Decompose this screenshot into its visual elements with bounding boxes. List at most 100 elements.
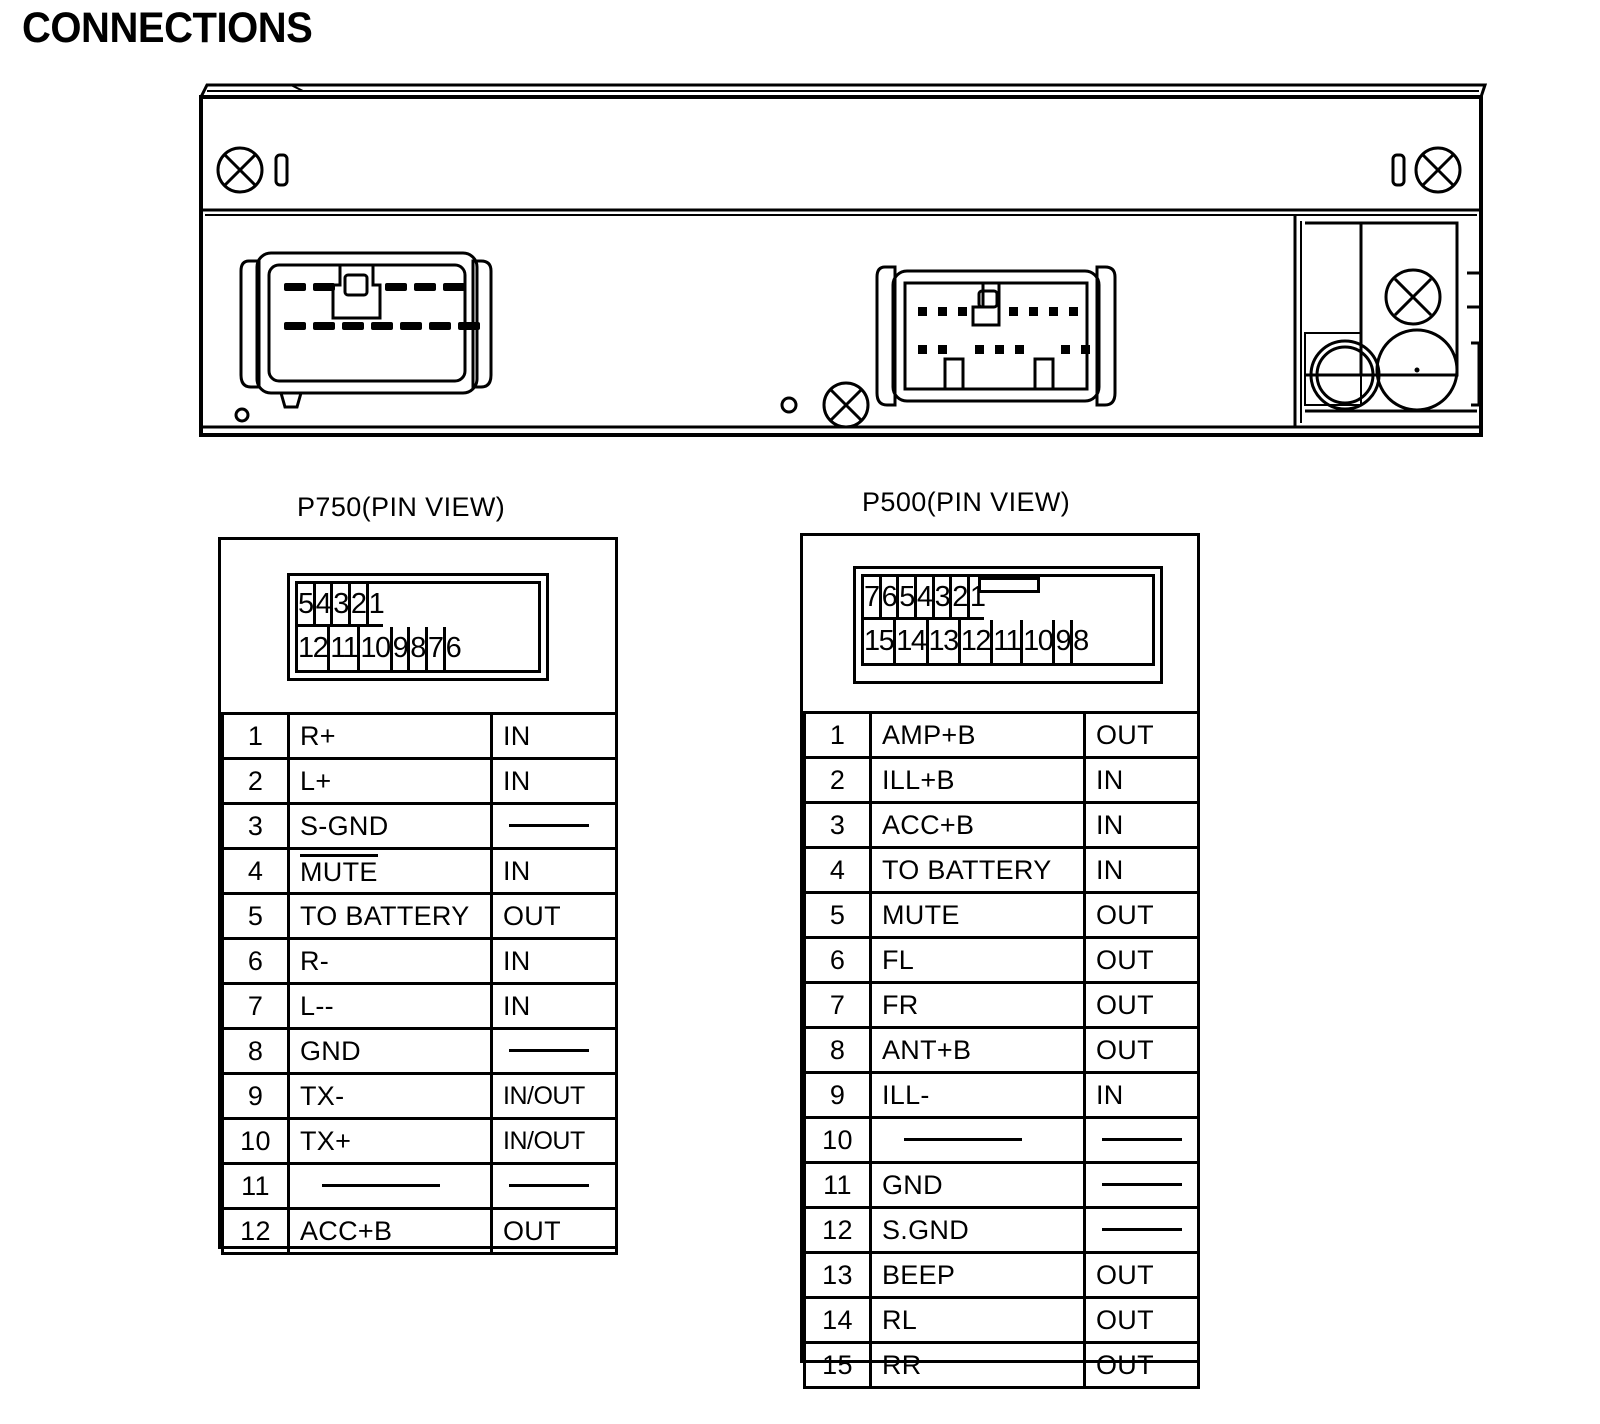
p750-pin-direction <box>490 802 618 850</box>
table-row: 1 R+ IN <box>221 712 618 760</box>
p750-pin-signal: ACC+B <box>287 1207 493 1255</box>
p500-pin-signal: ILL- <box>869 1071 1086 1119</box>
p500-pin-direction: IN <box>1083 1071 1200 1119</box>
p750-pin-direction: IN <box>490 757 618 805</box>
p750-table-body: 1 R+ IN 2 L+ IN 3 S-GND 4 MUTE IN 5 TO BATTERY OUT 6 R-… <box>221 712 618 1255</box>
p750-pin-signal: GND <box>287 1027 493 1075</box>
p750-pinmap-cell-8: 8 <box>410 627 428 670</box>
p750-pin-signal: R- <box>287 937 493 985</box>
table-row: 6 R- IN <box>221 937 618 985</box>
p500-pin-number: 9 <box>803 1071 872 1119</box>
no-direction-dash <box>1102 1182 1182 1186</box>
p500-pin-direction: OUT <box>1083 711 1200 759</box>
p750-pin-direction <box>490 1162 618 1210</box>
p750-pin-direction <box>490 1027 618 1075</box>
p750-pin-signal: TX- <box>287 1072 493 1120</box>
p500-pinmap-cell-14: 14 <box>896 620 929 663</box>
table-row: 8 ANT+B OUT <box>803 1026 1200 1074</box>
p750-pin-table: 1 R+ IN 2 L+ IN 3 S-GND 4 MUTE IN 5 TO BATTERY OUT 6 R-… <box>221 712 618 1255</box>
p500-pinmap-cell-9: 9 <box>1055 620 1074 663</box>
p500-pin-signal: ACC+B <box>869 801 1086 849</box>
p500-pin-direction: OUT <box>1083 1341 1200 1389</box>
p750-pinmap-cell-11: 11 <box>330 627 361 670</box>
p750-pin-direction: IN <box>490 937 618 985</box>
p500-pinmap-cell-4: 4 <box>916 577 935 620</box>
p500-pin-direction <box>1083 1116 1200 1164</box>
p750-pinview-heading: P750(PIN VIEW) <box>297 492 506 522</box>
p750-pin-signal: TX+ <box>287 1117 493 1165</box>
table-row: 4 MUTE IN <box>221 847 618 895</box>
p500-pinmap-cell-5: 5 <box>899 577 917 620</box>
p750-pin-direction: IN <box>490 847 618 895</box>
p750-pin-signal: L-- <box>287 982 493 1030</box>
table-row: 12 ACC+B OUT <box>221 1207 618 1255</box>
p500-pinmap-cell-3: 3 <box>934 577 953 620</box>
table-row: 10 TX+ IN/OUT <box>221 1117 618 1165</box>
p750-pin-number: 8 <box>221 1027 290 1075</box>
hole-icon <box>780 396 798 414</box>
p750-pin-number: 11 <box>221 1162 290 1210</box>
p500-pin-signal: GND <box>869 1161 1086 1209</box>
p500-pin-direction: OUT <box>1083 891 1200 939</box>
p750-pinmap-cell-3: 3 <box>333 584 351 627</box>
p750-pin-number: 1 <box>221 712 290 760</box>
p750-pinmap-cell-2: 2 <box>350 584 369 627</box>
p750-panel: 5 4 3 2 1 12 11 10 9 8 7 6 1 R+ IN 2 L+ IN 3 S-GND 4 MUTE IN 5… <box>218 537 618 1255</box>
p500-pin-direction: OUT <box>1083 1026 1200 1074</box>
p500-pin-number: 11 <box>803 1161 872 1209</box>
screw-cross-icon <box>216 146 264 194</box>
p750-pin-direction: OUT <box>490 892 618 940</box>
p500-pin-number: 4 <box>803 846 872 894</box>
table-row: 8 GND <box>221 1027 618 1075</box>
no-direction-dash <box>509 823 589 827</box>
p750-pin-signal: MUTE <box>287 847 493 895</box>
p500-pin-direction: OUT <box>1083 936 1200 984</box>
no-connection-dash <box>904 1137 1022 1141</box>
p500-pin-signal: ANT+B <box>869 1026 1086 1074</box>
p750-pin-signal: TO BATTERY <box>287 892 493 940</box>
p750-pin-number: 3 <box>221 802 290 850</box>
p500-pinmap-cell-13: 13 <box>928 620 961 663</box>
antenna-jack-icon <box>1375 328 1459 412</box>
p750-pin-direction: IN <box>490 712 618 760</box>
p750-pinmap-cell-9: 9 <box>392 627 411 670</box>
p750-pinmap-bottom-row: 12 11 10 9 8 7 6 <box>298 627 538 670</box>
p500-pin-table: 1 AMP+B OUT 2 ILL+B IN 3 ACC+B IN 4 TO BATTERY IN 5 M… <box>803 711 1200 1389</box>
hole-icon <box>234 407 250 423</box>
p750-pin-direction: IN/OUT <box>490 1117 618 1165</box>
slot-icon <box>1391 153 1406 187</box>
p500-panel: 7 6 5 4 3 2 1 15 14 13 12 11 10 9 8 1 AMP+B OUT 2 ILL+B IN 3… <box>800 533 1200 1389</box>
screw-cross-icon <box>822 381 870 429</box>
p500-pin-signal: FL <box>869 936 1086 984</box>
no-direction-dash <box>1102 1137 1182 1141</box>
table-row: 9 ILL- IN <box>803 1071 1200 1119</box>
p750-pin-number: 7 <box>221 982 290 1030</box>
p750-pin-signal: S-GND <box>287 802 493 850</box>
p500-pinmap-bottom-row: 15 14 13 12 11 10 9 8 <box>864 620 1152 663</box>
p500-pin-direction: IN <box>1083 756 1200 804</box>
p500-pin-number: 2 <box>803 756 872 804</box>
p500-connector-drawing <box>875 265 1117 407</box>
p500-pin-signal <box>869 1116 1086 1164</box>
p500-keying-tab <box>978 577 1040 593</box>
p500-pinmap-cell-12: 12 <box>960 620 994 663</box>
p500-pin-number: 6 <box>803 936 872 984</box>
table-row: 5 TO BATTERY OUT <box>221 892 618 940</box>
p500-pin-direction: IN <box>1083 801 1200 849</box>
p750-pin-number: 12 <box>221 1207 290 1255</box>
p750-pin-signal: L+ <box>287 757 493 805</box>
table-row: 13 BEEP OUT <box>803 1251 1200 1299</box>
p500-pinmap-cell-7: 7 <box>864 577 882 620</box>
p500-pinmap-cell-2: 2 <box>952 577 970 620</box>
p750-pin-direction: IN <box>490 982 618 1030</box>
p500-pin-signal: MUTE <box>869 891 1086 939</box>
table-row: 4 TO BATTERY IN <box>803 846 1200 894</box>
p500-pinmap-cell-10: 10 <box>1023 620 1056 663</box>
p750-connector-drawing <box>239 251 493 409</box>
p500-pin-direction: OUT <box>1083 981 1200 1029</box>
table-row: 15 RR OUT <box>803 1341 1200 1389</box>
right-side-module-drawing <box>1293 215 1483 427</box>
p750-pinmap-grid: 5 4 3 2 1 12 11 10 9 8 7 6 <box>295 581 541 673</box>
p500-pin-number: 5 <box>803 891 872 939</box>
p500-pinmap-cell-11: 11 <box>993 620 1024 663</box>
